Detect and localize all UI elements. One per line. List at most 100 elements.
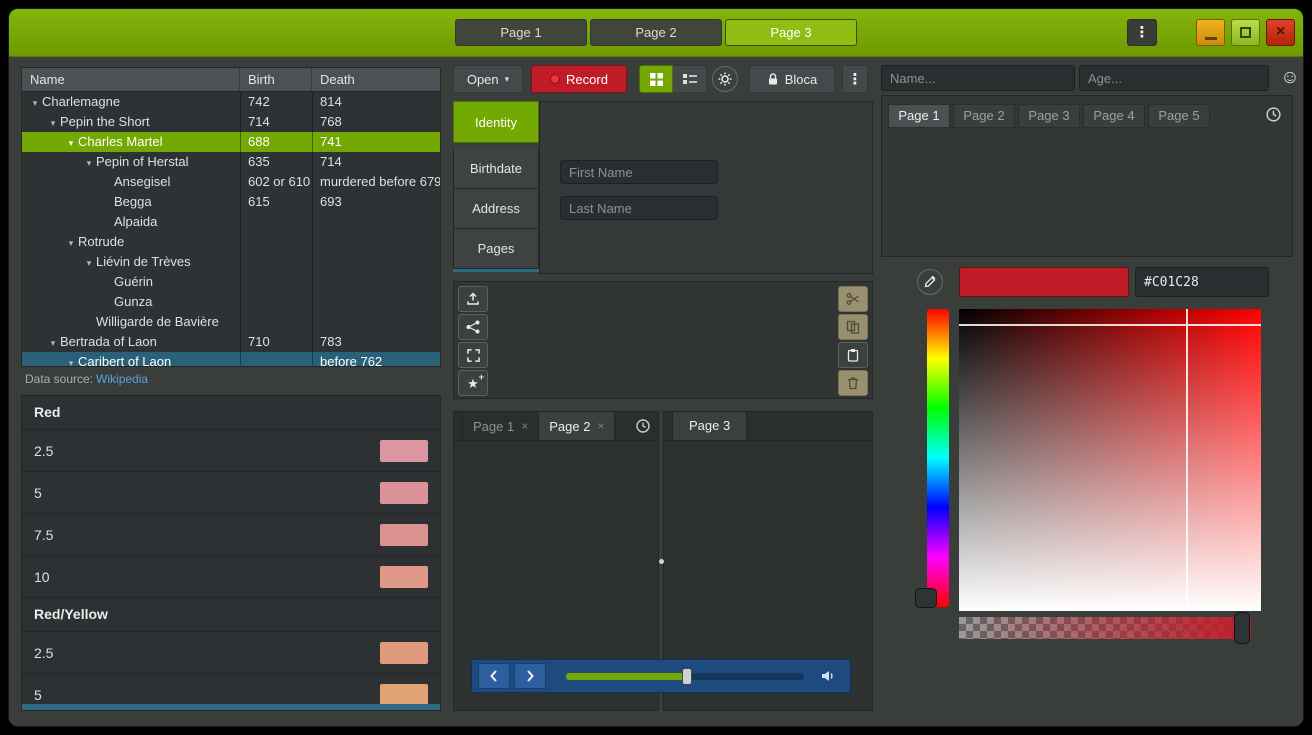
- tree-header-row: NameBirthDeath: [22, 68, 440, 92]
- column-header-death[interactable]: Death: [312, 68, 440, 91]
- age-field[interactable]: [1079, 65, 1269, 91]
- tree-row-name: Liévin de Trèves: [96, 254, 191, 269]
- alpha-slider[interactable]: [959, 611, 1251, 645]
- list-item[interactable]: 5: [22, 472, 440, 514]
- tree-row[interactable]: ▾Charles Martel688741: [22, 132, 440, 152]
- page-tab-group: Page 1Page 2Page 3Page 4Page 5: [888, 104, 1210, 128]
- tab-label: Page 1: [473, 419, 514, 434]
- fullscreen-button[interactable]: [458, 342, 488, 368]
- seek-slider[interactable]: [566, 673, 804, 680]
- paste-button[interactable]: [838, 342, 868, 368]
- tree-expander-icon[interactable]: ▾: [46, 333, 60, 352]
- doc-tab-page-1[interactable]: Page 1 ×: [462, 412, 539, 440]
- identity-tab-pages[interactable]: Pages: [453, 229, 539, 269]
- titlebar-tab-page-1[interactable]: Page 1: [455, 19, 587, 46]
- seek-slider-handle[interactable]: [682, 668, 692, 685]
- minimize-button[interactable]: [1196, 19, 1225, 46]
- tree-row[interactable]: ▾Pepin the Short714768: [22, 112, 440, 132]
- list-item[interactable]: 2.5: [22, 430, 440, 472]
- close-tab-icon[interactable]: ×: [597, 419, 604, 433]
- volume-button[interactable]: [820, 668, 836, 684]
- settings-button[interactable]: [712, 66, 738, 92]
- alpha-gradient-bar: [959, 617, 1251, 639]
- tree-row-birth: 688: [240, 132, 312, 152]
- tree-row[interactable]: ▾Rotrude: [22, 232, 440, 252]
- list-item[interactable]: 2.5: [22, 632, 440, 674]
- tree-expander-icon[interactable]: ▾: [64, 353, 78, 367]
- page-tab-page-4[interactable]: Page 4: [1083, 104, 1145, 128]
- eyedropper-button[interactable]: [917, 269, 943, 295]
- first-name-field[interactable]: [560, 160, 718, 184]
- tree-expander-icon[interactable]: ▾: [64, 133, 78, 152]
- titlebar[interactable]: Page 1Page 2Page 3 ⋮ ×: [9, 9, 1303, 57]
- cut-button[interactable]: [838, 286, 868, 312]
- tree-row[interactable]: Gunza: [22, 292, 440, 312]
- upload-button[interactable]: [458, 286, 488, 312]
- identity-tab-address[interactable]: Address: [453, 189, 539, 229]
- page-tab-page-5[interactable]: Page 5: [1148, 104, 1210, 128]
- grid-view-button[interactable]: [639, 65, 673, 93]
- list-item[interactable]: 7.5: [22, 514, 440, 556]
- hue-slider[interactable]: [915, 309, 949, 607]
- hue-slider-handle[interactable]: [915, 588, 937, 608]
- tree-expander-icon[interactable]: ▾: [82, 153, 96, 172]
- titlebar-menu-button[interactable]: ⋮: [1127, 19, 1157, 46]
- tree-row[interactable]: Ansegisel602 or 610murdered before 679: [22, 172, 440, 192]
- doc-tab-page-3[interactable]: Page 3: [672, 412, 747, 440]
- page-tab-page-2[interactable]: Page 2: [953, 104, 1015, 128]
- saturation-value-area[interactable]: [959, 309, 1261, 611]
- delete-button[interactable]: [838, 370, 868, 396]
- tree-row[interactable]: Begga615693: [22, 192, 440, 212]
- history-button[interactable]: [1265, 106, 1282, 128]
- history-button[interactable]: [628, 412, 658, 440]
- hex-color-field[interactable]: [1135, 267, 1269, 297]
- tree-row[interactable]: ▾Pepin of Herstal635714: [22, 152, 440, 172]
- column-header-name[interactable]: Name: [22, 68, 240, 91]
- tree-row[interactable]: Guérin: [22, 272, 440, 292]
- lock-button[interactable]: Bloca: [749, 65, 835, 93]
- new-favorite-button[interactable]: ★ +: [458, 370, 488, 396]
- open-button[interactable]: Open ▾: [453, 65, 523, 93]
- tree-row[interactable]: Alpaida: [22, 212, 440, 232]
- titlebar-tab-page-2[interactable]: Page 2: [590, 19, 722, 46]
- tree-expander-icon[interactable]: ▾: [82, 253, 96, 272]
- tree-expander-icon[interactable]: ▾: [28, 93, 42, 112]
- emoji-button[interactable]: ☺: [1277, 64, 1303, 92]
- tree-name-cell: Gunza: [22, 292, 240, 312]
- alpha-slider-handle[interactable]: [1234, 612, 1250, 644]
- pane-splitter-handle[interactable]: [659, 559, 664, 564]
- identity-tab-birthdate[interactable]: Birthdate: [453, 149, 539, 189]
- next-button[interactable]: [514, 663, 546, 689]
- close-tab-icon[interactable]: ×: [521, 419, 528, 433]
- tree-row[interactable]: Willigarde de Bavière: [22, 312, 440, 332]
- tree-row[interactable]: ▾Charlemagne742814: [22, 92, 440, 112]
- maximize-button[interactable]: [1231, 19, 1260, 46]
- tree-row-name: Pepin the Short: [60, 114, 150, 129]
- toolbar-menu-button[interactable]: ⋮: [842, 65, 868, 93]
- record-button[interactable]: Record: [531, 65, 627, 93]
- tree-expander-icon[interactable]: ▾: [46, 113, 60, 132]
- last-name-field[interactable]: [560, 196, 718, 220]
- list-item[interactable]: 10: [22, 556, 440, 598]
- tree-row[interactable]: ▾Caribert of Laonbefore 762: [22, 352, 440, 367]
- tree-row-death: 693: [312, 192, 440, 212]
- page-tab-page-1[interactable]: Page 1: [888, 104, 950, 128]
- tree-row-name: Alpaida: [114, 214, 157, 229]
- tree-expander-icon[interactable]: ▾: [64, 233, 78, 252]
- name-field[interactable]: [881, 65, 1075, 91]
- doc-tab-page-2[interactable]: Page 2×: [539, 412, 615, 440]
- copy-button[interactable]: [838, 314, 868, 340]
- tree-row[interactable]: ▾Liévin de Trèves: [22, 252, 440, 272]
- wikipedia-link[interactable]: Wikipedia: [96, 372, 148, 386]
- page-tab-page-3[interactable]: Page 3: [1018, 104, 1080, 128]
- left-tool-column: ★ +: [458, 286, 488, 396]
- tree-row[interactable]: ▾Bertrada of Laon710783: [22, 332, 440, 352]
- share-button[interactable]: [458, 314, 488, 340]
- tree-name-cell: ▾Liévin de Trèves: [22, 252, 240, 272]
- list-view-button[interactable]: [673, 65, 707, 93]
- column-header-birth[interactable]: Birth: [240, 68, 312, 91]
- previous-button[interactable]: [478, 663, 510, 689]
- close-button[interactable]: ×: [1266, 19, 1295, 46]
- titlebar-tab-page-3[interactable]: Page 3: [725, 19, 857, 46]
- identity-tab-identity[interactable]: Identity: [453, 101, 539, 143]
